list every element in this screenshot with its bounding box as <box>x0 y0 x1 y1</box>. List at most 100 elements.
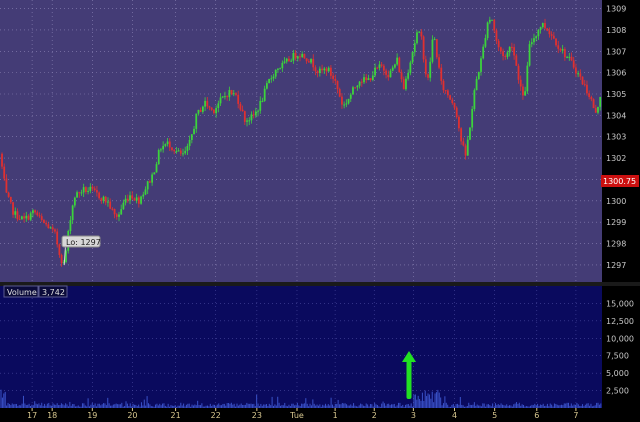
price-volume-chart: 1297129812991300130113021303130413051306… <box>0 0 640 422</box>
candle-body <box>115 214 118 217</box>
candle-body <box>528 44 531 66</box>
panel-separator <box>0 282 640 286</box>
candle-body <box>332 75 335 79</box>
volume-panel-background <box>0 286 602 408</box>
candle-body <box>398 57 401 73</box>
candle-body <box>131 195 134 199</box>
time-axis-label: 19 <box>87 411 97 420</box>
candle-body <box>354 87 357 89</box>
candle-body <box>58 244 61 255</box>
candle-body <box>175 151 178 153</box>
candle-body <box>7 192 10 197</box>
volume-tick-label: 15,000 <box>606 299 634 308</box>
candle-body <box>272 76 275 79</box>
volume-header: Volume 3,742 <box>3 285 68 298</box>
candle-body <box>466 139 469 156</box>
candle-body <box>446 90 449 96</box>
time-axis-label: 22 <box>211 411 221 420</box>
candle-body <box>312 58 315 68</box>
candle-body <box>327 67 330 72</box>
candle-body <box>246 120 248 122</box>
candle-body <box>124 198 127 203</box>
candle-body <box>338 89 341 97</box>
candle-body <box>336 81 339 90</box>
candle-body <box>122 202 125 210</box>
candle-body <box>148 181 151 183</box>
candle-body <box>239 103 242 110</box>
candle-body <box>84 187 87 192</box>
time-axis-label: 3 <box>411 411 416 420</box>
candle-body <box>352 87 354 95</box>
candle-body <box>118 214 120 217</box>
candle-body <box>506 52 509 57</box>
candle-body <box>499 47 502 52</box>
candle-body <box>20 216 23 220</box>
candle-body <box>572 60 575 68</box>
volume-value-label: 3,742 <box>42 288 65 297</box>
candle-body <box>135 197 138 201</box>
candle-body <box>261 100 264 102</box>
candle-body <box>151 174 154 183</box>
candle-body <box>321 68 323 71</box>
time-axis-label: 20 <box>127 411 137 420</box>
candle-body <box>193 128 195 135</box>
candle-body <box>168 141 171 148</box>
candle-body <box>566 56 568 58</box>
time-axis-label: 2 <box>372 411 377 420</box>
candle-body <box>442 80 445 91</box>
candle-body <box>257 110 259 112</box>
candle-body <box>23 216 25 219</box>
candle-body <box>513 47 516 56</box>
candle-body <box>201 106 204 112</box>
candle-body <box>120 209 123 215</box>
candle-body <box>248 120 251 122</box>
candle-body <box>250 114 253 121</box>
candle-body <box>413 43 416 53</box>
candle-body <box>546 28 549 31</box>
candle-body <box>285 58 288 62</box>
candle-body <box>166 141 169 145</box>
time-axis-label: 17 <box>27 411 37 420</box>
volume-tick-label: 10,000 <box>606 334 634 343</box>
candle-body <box>171 147 173 151</box>
time-axis-label: 4 <box>452 411 457 420</box>
candle-body <box>486 22 489 39</box>
volume-axis: 2,500 5,000 7,500 10,000 12,500 15,000 <box>606 299 634 395</box>
candle-body <box>25 215 28 219</box>
candle-body <box>98 192 101 199</box>
candle-body <box>16 211 19 220</box>
candle-body <box>497 40 500 48</box>
candle-body <box>504 56 507 58</box>
candle-body <box>270 78 273 80</box>
candle-body <box>458 116 460 129</box>
candle-body <box>491 19 493 21</box>
candle-body <box>219 97 222 104</box>
candle-body <box>34 210 37 213</box>
candle-body <box>87 190 89 192</box>
arrow-shaft <box>406 361 412 399</box>
candle-body <box>206 100 209 107</box>
candle-body <box>511 46 513 48</box>
candle-body <box>182 153 184 155</box>
time-axis-label: 23 <box>252 411 262 420</box>
candle-body <box>376 67 379 69</box>
candle-body <box>263 88 266 101</box>
candle-body <box>411 52 414 63</box>
price-tick-label: 1300 <box>606 197 626 206</box>
price-tick-label: 1306 <box>606 69 626 78</box>
candle-body <box>109 201 112 209</box>
time-axis-label: 18 <box>47 411 57 420</box>
candle-body <box>522 86 524 96</box>
candle-body <box>91 186 94 189</box>
candle-body <box>177 150 180 152</box>
volume-header-label: Volume <box>7 288 37 297</box>
candle-body <box>431 39 434 62</box>
candle-body <box>277 68 279 70</box>
candle-body <box>318 68 321 73</box>
candle-body <box>385 70 387 75</box>
candle-body <box>305 58 308 62</box>
candle-body <box>484 38 487 47</box>
candle-body <box>9 196 12 203</box>
candle-body <box>424 59 427 75</box>
candle-body <box>435 39 438 58</box>
